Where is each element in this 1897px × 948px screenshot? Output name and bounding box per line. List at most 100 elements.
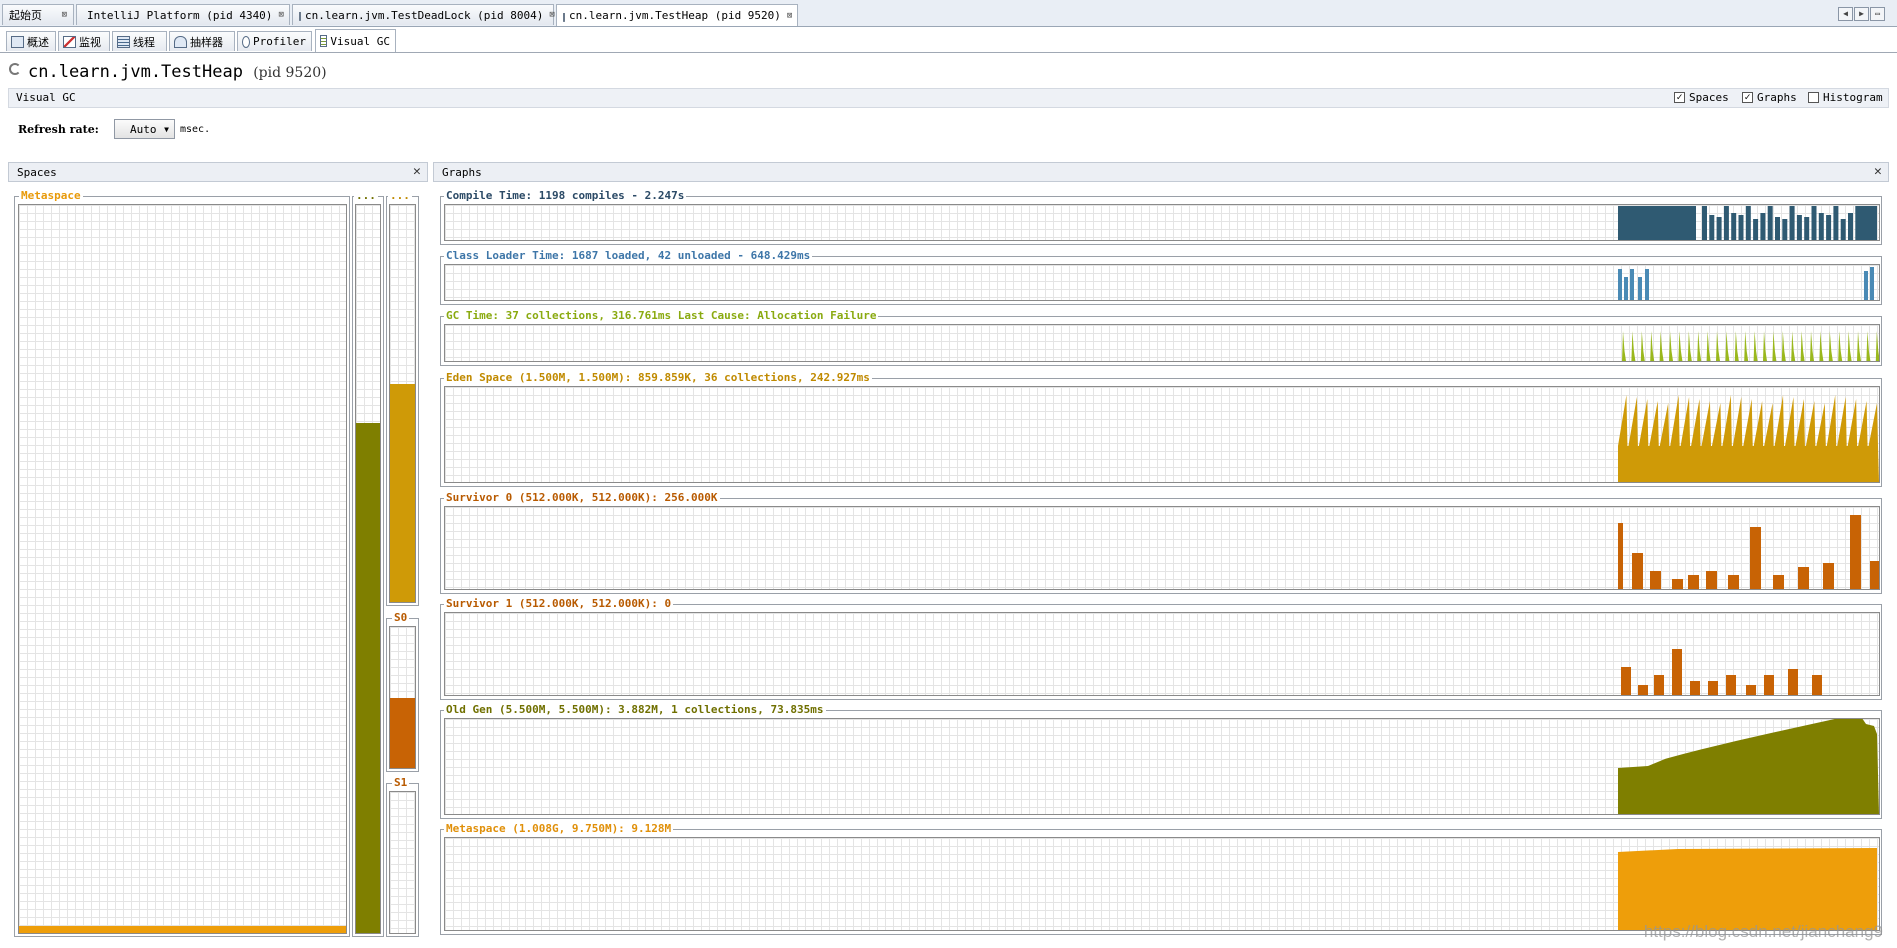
checkbox-label: Graphs	[1757, 91, 1797, 104]
tab-overview[interactable]: 概述	[6, 31, 56, 51]
checkbox-unchecked-icon[interactable]	[1808, 92, 1819, 103]
compile-activity-mark	[1818, 213, 1824, 240]
app-pid: (pid 9520)	[253, 65, 327, 81]
monitor-chart-icon	[63, 35, 76, 48]
metaspace-usage-area	[1618, 848, 1877, 930]
s1-usage-bar	[1708, 681, 1718, 695]
s1-usage-bar	[1690, 681, 1700, 695]
doc-tab-intellij[interactable]: IntelliJ Platform (pid 4340) ⊠	[76, 4, 290, 25]
gc-activity-mark	[1875, 331, 1879, 361]
compile-activity-mark	[1796, 215, 1802, 240]
scroll-left-icon[interactable]: ◀	[1838, 7, 1853, 21]
tab-nav-buttons: ◀ ▶ ▭	[1838, 7, 1885, 21]
gc-activity-mark	[1678, 331, 1683, 361]
tab-profiler[interactable]: Profiler	[237, 31, 312, 51]
close-icon[interactable]: ⊠	[272, 10, 283, 20]
doc-tab-start-page[interactable]: 起始页 ⊠	[2, 4, 74, 25]
spaces-panel-title: Spaces	[17, 166, 57, 179]
compile-activity-mark	[1618, 206, 1696, 240]
gc-activity-mark	[1838, 331, 1843, 361]
s0-usage-bar	[1750, 527, 1761, 589]
close-icon[interactable]: ⊠	[781, 11, 792, 21]
s0-graph-plot	[444, 506, 1880, 590]
eden-graph-label: Eden Space (1.500M, 1.500M): 859.859K, 3…	[444, 371, 872, 384]
compile-activity-mark	[1789, 206, 1795, 240]
classloader-activity-mark	[1864, 271, 1868, 300]
graphs-checkbox[interactable]: ✓ Graphs	[1742, 91, 1797, 104]
java-cup-icon	[299, 12, 301, 21]
close-icon[interactable]: ⊠	[543, 10, 554, 20]
clock-icon	[242, 35, 251, 48]
compile-activity-mark	[1767, 206, 1773, 240]
scroll-right-icon[interactable]: ▶	[1854, 7, 1869, 21]
tab-threads[interactable]: 线程	[112, 31, 167, 51]
meta-graph-svg	[1618, 848, 1877, 930]
s0-usage-bar	[1688, 575, 1699, 589]
classloader-activity-mark	[1638, 277, 1642, 300]
eden-space-grid	[389, 204, 416, 603]
s0-usage-bar	[1632, 553, 1643, 589]
gc-activity-mark	[1734, 331, 1739, 361]
compile-activity-mark	[1848, 213, 1853, 240]
s0-space-grid	[389, 626, 416, 769]
compile-activity-mark	[1709, 215, 1715, 240]
tab-sampler[interactable]: 抽样器	[169, 31, 235, 51]
refresh-rate-select[interactable]: Auto ▼	[114, 119, 175, 139]
close-icon[interactable]: ✕	[1874, 164, 1882, 179]
gc-activity-mark	[1781, 331, 1786, 361]
close-icon[interactable]: ✕	[413, 164, 421, 179]
eden-usage-area	[1618, 395, 1879, 482]
s1-usage-bar	[1812, 675, 1822, 695]
s0-usage-bar	[1870, 561, 1879, 589]
doc-tab-testdeadlock[interactable]: cn.learn.jvm.TestDeadLock (pid 8004) ⊠	[292, 4, 555, 25]
visual-gc-options-bar	[8, 88, 1889, 108]
s1-graph-plot	[444, 612, 1880, 696]
s0-space-label: S0	[392, 611, 410, 624]
s0-usage-bar	[1650, 571, 1661, 589]
gc-activity-mark	[1640, 331, 1645, 361]
tab-visual-gc[interactable]: Visual GC	[315, 29, 396, 52]
gc-activity-mark	[1622, 331, 1626, 361]
s1-usage-bar	[1788, 669, 1798, 695]
checkbox-checked-icon[interactable]: ✓	[1742, 92, 1753, 103]
gc-activity-mark	[1753, 331, 1758, 361]
dropdown-arrow-icon[interactable]: ▼	[164, 125, 169, 134]
doc-tab-testheap[interactable]: cn.learn.jvm.TestHeap (pid 9520) ⊠	[556, 4, 798, 26]
gc-activity-mark	[1866, 331, 1871, 361]
classloader-activity-mark	[1624, 277, 1628, 300]
graphs-panel-header: Graphs	[433, 162, 1889, 182]
compile-activity-mark	[1760, 213, 1766, 240]
visual-gc-label: Visual GC	[16, 91, 76, 104]
close-icon[interactable]: ⊠	[56, 10, 67, 20]
compile-activity-mark	[1738, 215, 1744, 240]
compile-activity-mark	[1745, 206, 1751, 240]
eden-graph-svg	[1618, 395, 1879, 482]
tab-label: 线程	[133, 35, 155, 49]
gc-activity-mark	[1669, 331, 1673, 361]
histogram-checkbox[interactable]: Histogram	[1808, 91, 1883, 104]
restore-window-icon[interactable]: ▭	[1870, 7, 1885, 21]
tab-monitor[interactable]: 监视	[58, 31, 110, 51]
old-graph-plot	[444, 718, 1880, 815]
threads-icon	[117, 35, 130, 48]
s0-space-fill	[390, 697, 415, 768]
gc-activity-mark	[1659, 331, 1664, 361]
metaspace-space-grid	[18, 204, 347, 934]
classloader-activity-mark	[1645, 269, 1649, 300]
s0-graph-svg	[1618, 515, 1879, 589]
spaces-checkbox[interactable]: ✓ Spaces	[1674, 91, 1729, 104]
checkbox-checked-icon[interactable]: ✓	[1674, 92, 1685, 103]
s1-usage-bar	[1726, 675, 1736, 695]
gc-activity-mark	[1725, 331, 1730, 361]
s0-usage-bar	[1728, 575, 1739, 589]
old-gen-usage-area	[1618, 719, 1879, 814]
compile-activity-mark	[1811, 206, 1817, 240]
spaces-panel-header: Spaces	[8, 162, 428, 182]
app-name: cn.learn.jvm.TestHeap	[28, 62, 243, 82]
compile-graph-plot	[444, 204, 1880, 241]
gc-activity-mark	[1828, 331, 1833, 361]
compile-activity-mark	[1775, 217, 1780, 240]
eden-graph-plot	[444, 386, 1880, 483]
compile-activity-mark	[1702, 206, 1707, 240]
s0-usage-bar	[1706, 571, 1717, 589]
